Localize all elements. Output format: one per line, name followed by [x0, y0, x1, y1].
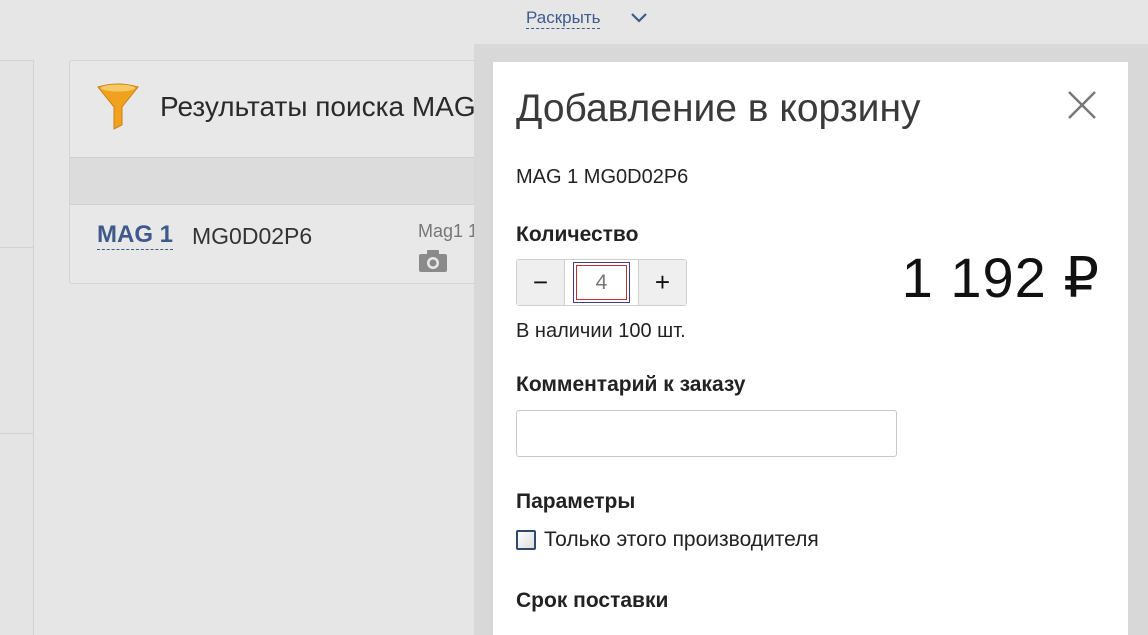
expand-link[interactable]: Раскрыть [526, 8, 601, 29]
parameters-label: Параметры [516, 490, 636, 513]
close-icon[interactable] [1065, 88, 1099, 122]
quantity-decrease-button[interactable]: − [517, 260, 565, 305]
comment-label: Комментарий к заказу [516, 373, 746, 396]
chevron-down-icon[interactable] [630, 12, 648, 24]
camera-icon[interactable] [418, 249, 448, 273]
modal-title: Добавление в корзину [516, 87, 921, 130]
sidebar-divider [0, 247, 33, 248]
sidebar-divider [0, 433, 33, 434]
quantity-increase-button[interactable]: + [638, 260, 686, 305]
quantity-input[interactable] [573, 262, 630, 303]
quantity-label: Количество [516, 223, 639, 246]
manufacturer-only-label[interactable]: Только этого производителя [544, 528, 819, 552]
result-brand-link[interactable]: MAG 1 [97, 221, 174, 250]
results-title: Результаты поиска MAG 1 [160, 91, 499, 122]
add-to-cart-modal: Добавление в корзину MAG 1 MG0D02P6 Коли… [493, 62, 1128, 635]
comment-input[interactable] [516, 410, 897, 457]
result-article-code: MG0D02P6 [192, 223, 313, 249]
product-name: MAG 1 MG0D02P6 [516, 166, 689, 188]
price: 1 192 ₽ [901, 246, 1100, 309]
funnel-icon [97, 83, 139, 130]
quantity-stepper: − + [516, 259, 687, 306]
left-sidebar-panel [0, 60, 34, 635]
quantity-input-cell [565, 260, 638, 305]
stock-availability: В наличии 100 шт. [516, 320, 686, 342]
manufacturer-only-option[interactable]: Только этого производителя [516, 528, 819, 552]
delivery-time-label: Срок поставки [516, 589, 669, 612]
manufacturer-only-checkbox[interactable] [516, 530, 536, 550]
